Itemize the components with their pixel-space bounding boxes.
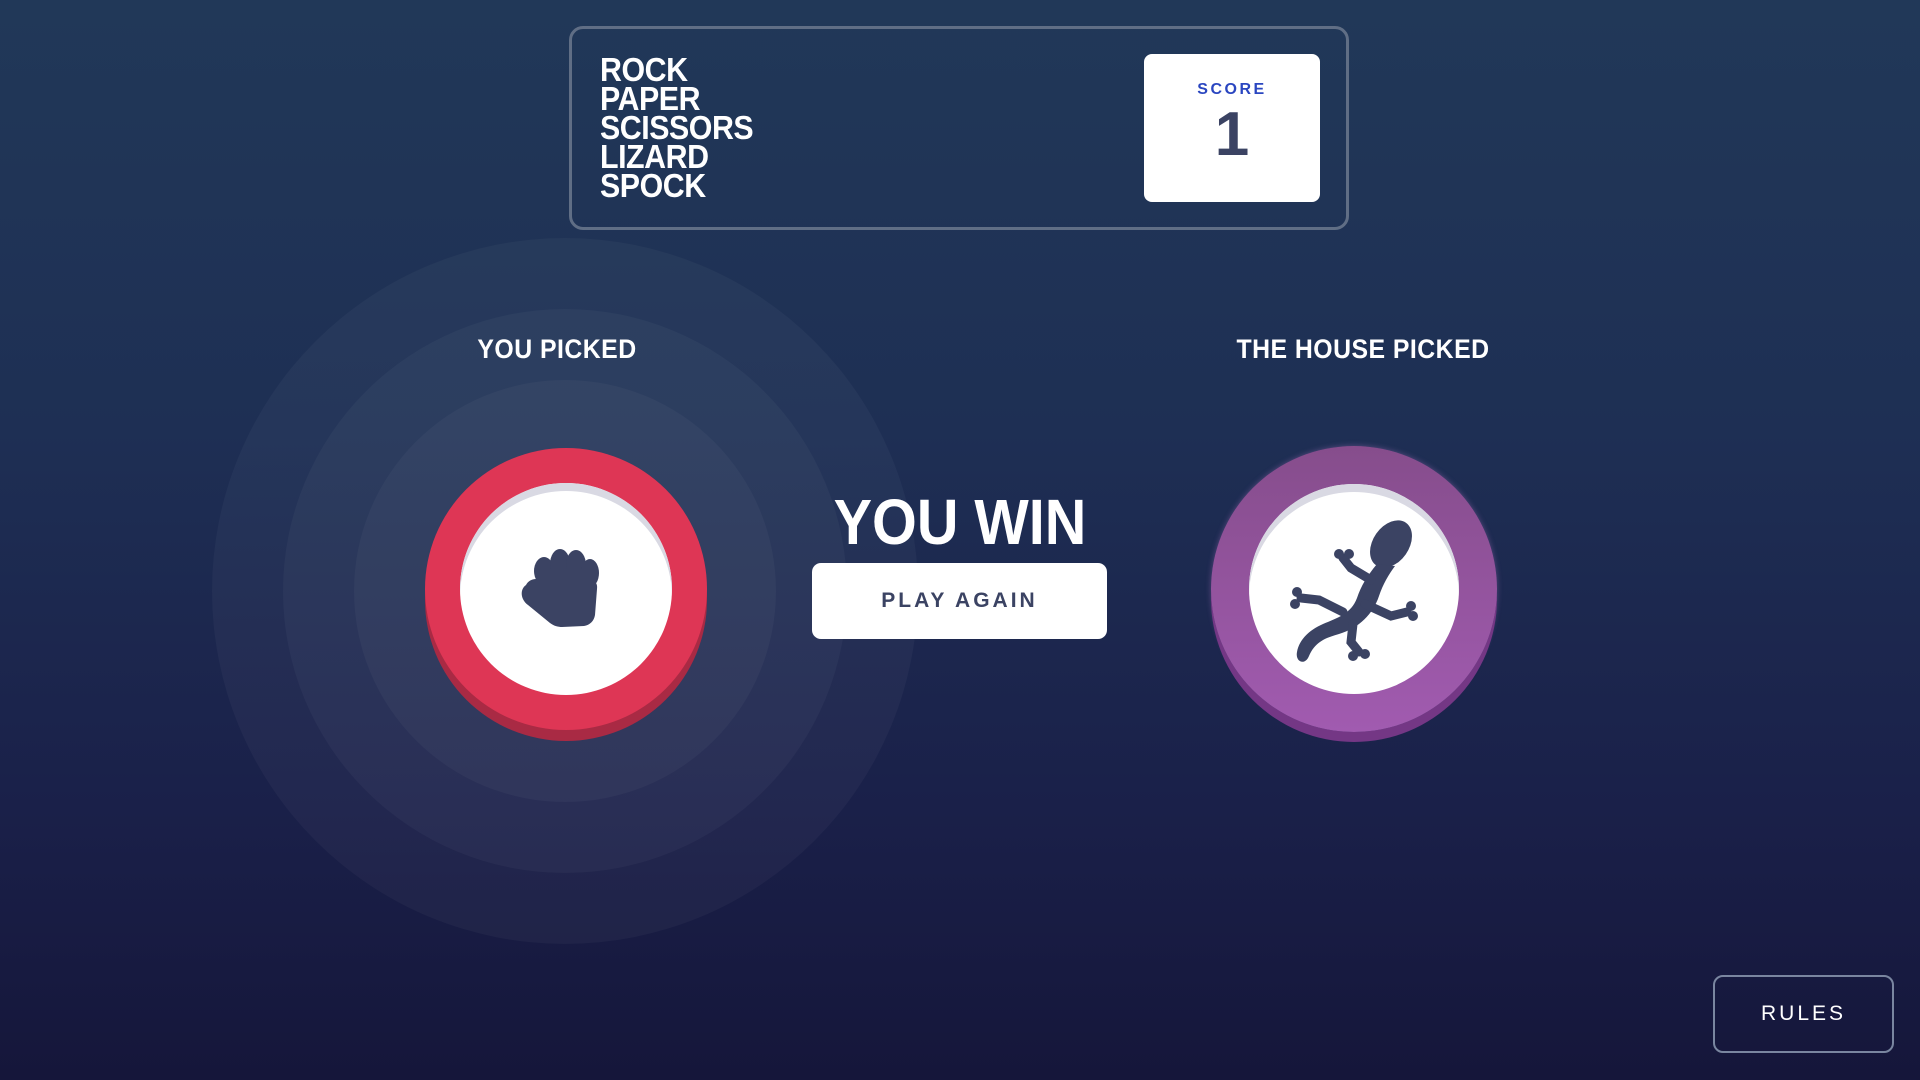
game-title: ROCK PAPER SCISSORS LIZARD SPOCK bbox=[600, 53, 754, 204]
house-choice-lizard-token bbox=[1211, 446, 1497, 732]
score-box: SCORE 1 bbox=[1144, 54, 1320, 202]
score-value: 1 bbox=[1214, 100, 1250, 169]
play-again-button[interactable]: PLAY AGAIN bbox=[812, 563, 1107, 639]
score-label: SCORE bbox=[1197, 81, 1267, 98]
game-header: ROCK PAPER SCISSORS LIZARD SPOCK SCORE 1 bbox=[569, 26, 1349, 230]
rock-token-face bbox=[460, 483, 672, 695]
rules-button[interactable]: RULES bbox=[1713, 975, 1894, 1053]
fist-icon bbox=[521, 549, 599, 627]
result-text: YOU WIN bbox=[833, 486, 1087, 558]
lizard-icon bbox=[1290, 520, 1418, 662]
house-pick-label: THE HOUSE PICKED bbox=[1236, 334, 1490, 364]
title-line-spock: SPOCK bbox=[600, 167, 706, 204]
player-choice-rock-token bbox=[425, 448, 707, 730]
lizard-token-face bbox=[1249, 484, 1459, 694]
